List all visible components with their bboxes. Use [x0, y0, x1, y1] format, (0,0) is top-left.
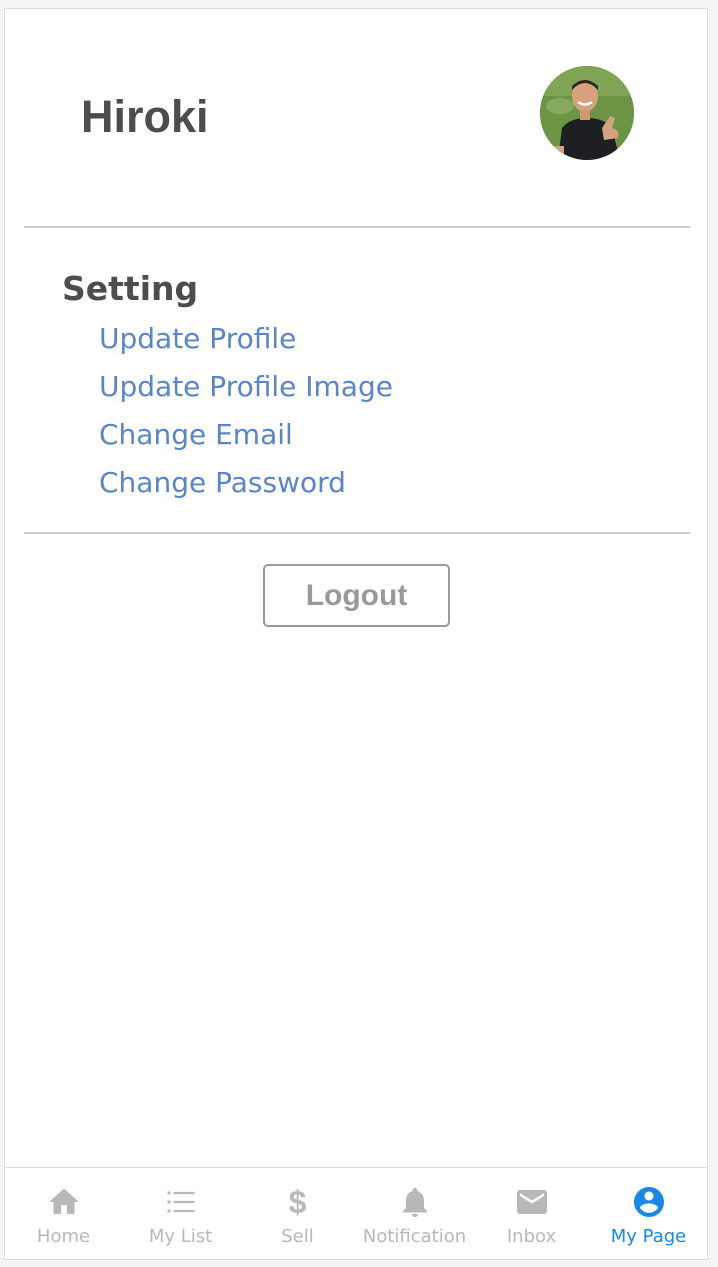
tab-my-list[interactable]: My List: [122, 1168, 239, 1259]
avatar[interactable]: [540, 66, 634, 160]
list-icon: [167, 1191, 194, 1213]
settings-title: Setting: [62, 269, 199, 308]
tab-sell[interactable]: $ Sell: [239, 1168, 356, 1259]
tab-label: Notification: [362, 1226, 467, 1247]
divider: [24, 226, 690, 228]
tab-home[interactable]: Home: [5, 1168, 122, 1259]
bottom-tab-bar: Home My List $ Sell Notification Inbox M…: [5, 1167, 707, 1259]
logout-button[interactable]: Logout: [263, 564, 450, 627]
user-name: Hiroki: [81, 91, 209, 142]
settings-item: Update Profile: [99, 315, 393, 363]
change-password-link[interactable]: Change Password: [99, 459, 393, 507]
tab-label: My Page: [610, 1226, 687, 1247]
update-profile-image-link[interactable]: Update Profile Image: [99, 363, 393, 411]
tab-my-page[interactable]: My Page: [590, 1168, 707, 1259]
bell-icon: [402, 1187, 427, 1217]
mail-icon: [516, 1190, 547, 1214]
dollar-icon: $: [288, 1184, 307, 1220]
settings-item: Update Profile Image: [99, 363, 393, 411]
divider: [24, 532, 690, 534]
tab-notification[interactable]: Notification: [356, 1168, 473, 1259]
app-frame: Hiroki Setting Update Profile Update Pro…: [4, 8, 708, 1260]
tab-label: My List: [148, 1226, 213, 1247]
tab-label: Inbox: [506, 1226, 557, 1247]
settings-item: Change Password: [99, 459, 393, 507]
change-email-link[interactable]: Change Email: [99, 411, 393, 459]
profile-header: Hiroki: [5, 9, 707, 227]
user-circle-icon: [633, 1187, 664, 1217]
settings-item: Change Email: [99, 411, 393, 459]
update-profile-link[interactable]: Update Profile: [99, 315, 393, 363]
tab-label: Sell: [281, 1226, 314, 1247]
home-icon: [48, 1188, 79, 1214]
settings-list: Update Profile Update Profile Image Chan…: [99, 315, 393, 507]
tab-inbox[interactable]: Inbox: [473, 1168, 590, 1259]
tab-label: Home: [36, 1226, 91, 1247]
avatar-photo: [540, 66, 634, 160]
